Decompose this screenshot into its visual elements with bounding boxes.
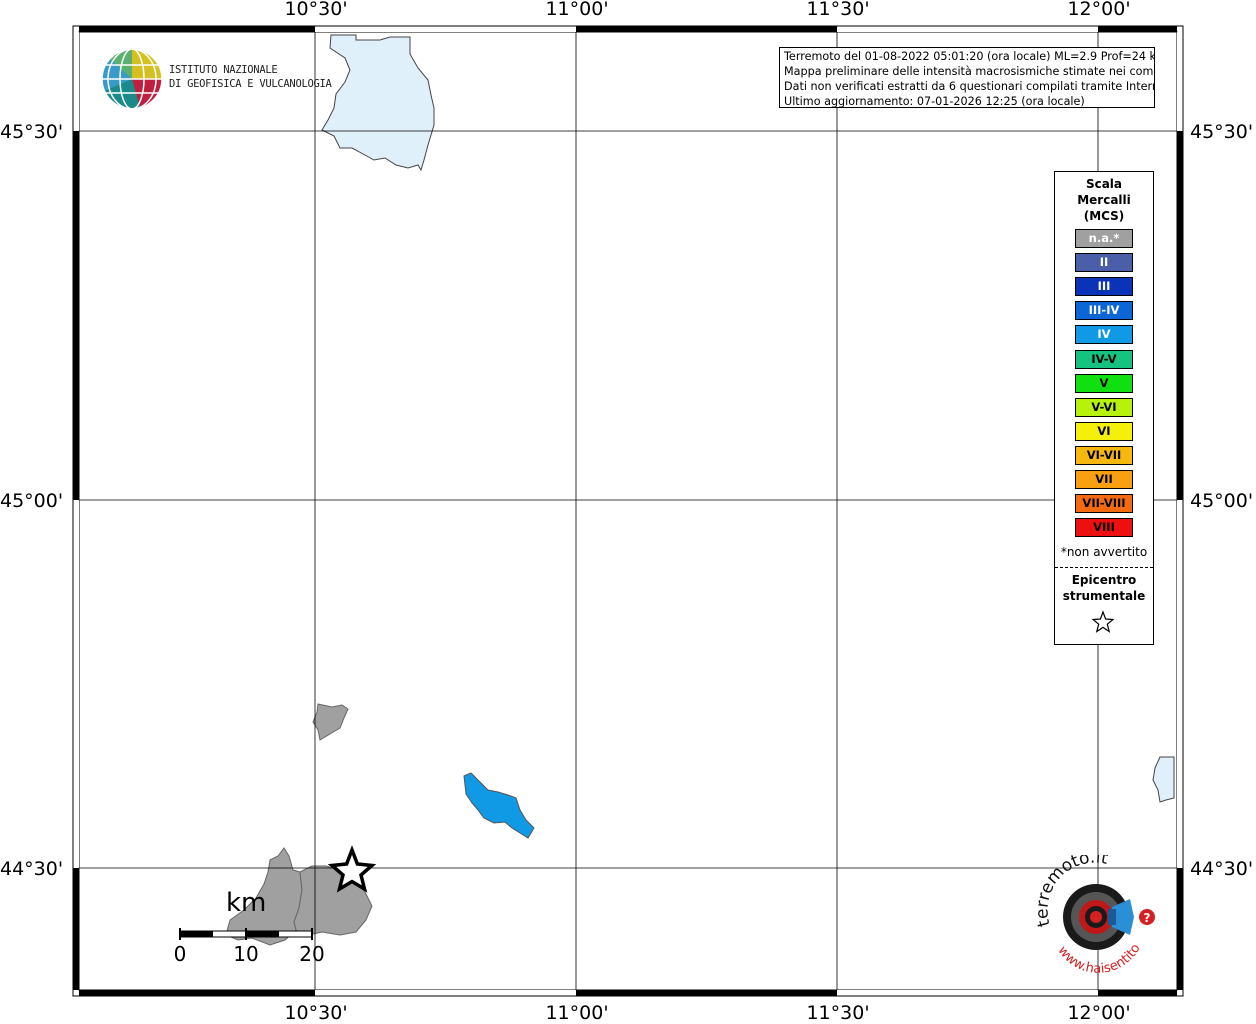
info-line-4: Ultimo aggiornamento: 07-01-2026 12:25 (… [784,95,1085,108]
lat-label-left-2: 45°00' [0,490,64,512]
legend-swatch-vii-viii: VII-VIII [1075,494,1133,514]
legend-swatch-iv-v: IV-V [1075,349,1133,369]
lat-label-right-3: 44°30' [1190,858,1254,880]
lon-label-bottom-2: 11°00' [545,1002,609,1024]
info-line-1: Terremoto del 01-08-2022 05:01:20 (ora l… [784,50,1155,63]
scale-tick-20: 20 [299,942,325,966]
scale-unit: km [226,888,267,918]
legend-swatch-v: V [1075,373,1133,393]
lat-label-left-1: 45°30' [0,121,64,143]
lat-label-left-3: 44°30' [0,858,64,880]
lon-label-bottom-1: 10°30' [284,1002,348,1024]
scale-tick-0: 0 [173,942,187,966]
municipality-north-gray[interactable] [312,703,349,741]
legend-swatch-viii: VIII [1075,518,1133,538]
legend-star-icon [1091,610,1115,633]
hsv-badge: ? [1144,911,1151,925]
legend-swatch-vii: VII [1075,470,1133,489]
lon-label-top-4: 12°00' [1067,0,1131,20]
lon-label-bottom-4: 12°00' [1067,1002,1131,1024]
legend-title: Scala Mercalli (MCS) [1055,176,1153,224]
haisentito-logo-icon[interactable]: ? terremoto.it www.haisentito [1030,855,1165,975]
ingv-logo-text: ISTITUTO NAZIONALE DI GEOFISICA E VULCAN… [169,63,332,91]
scale-tick-10: 10 [233,942,259,966]
legend-swatch-ii: II [1075,253,1133,273]
legend-epicenter-line-1: Epicentro [1071,573,1137,587]
lake-water [321,34,435,172]
legend-swatch-iii-iv: III-IV [1075,301,1133,321]
lon-label-top-2: 11°00' [545,0,609,20]
sea-water [1152,756,1175,803]
legend-swatch-vi: VI [1075,421,1133,441]
legend-separator [1055,567,1153,568]
legend-swatch-v-vi: V-VI [1075,397,1133,417]
legend-title-line-1: Scala [1085,177,1123,191]
legend-title-line-2: Mercalli [1077,193,1131,207]
lon-label-bottom-3: 11°30' [806,1002,870,1024]
info-line-3: Dati non verificati estratti da 6 questi… [784,80,1155,93]
event-info-box: Terremoto del 01-08-2022 05:01:20 (ora l… [779,47,1155,108]
lat-label-right-2: 45°00' [1190,490,1254,512]
lon-label-top-1: 10°30' [284,0,348,20]
legend-note: *non avvertito [1060,545,1148,559]
ingv-globe-icon [101,48,163,110]
lat-label-right-1: 45°30' [1190,121,1254,143]
legend-title-line-3: (MCS) [1083,209,1125,223]
info-line-2: Mappa preliminare delle intensità macros… [784,65,1155,78]
legend-swatch-n-a: n.a.* [1075,229,1133,248]
graticule [79,31,1177,992]
legend-swatch-vi-vii: VI-VII [1075,445,1133,465]
legend-swatch-iii: III [1075,277,1133,297]
mcs-legend: Scala Mercalli (MCS) n.a.* II III III-IV IV I… [1054,171,1154,645]
municipality-east-blue[interactable] [463,772,535,839]
legend-epicenter-line-2: strumentale [1062,589,1146,603]
legend-swatch-iv: IV [1075,325,1133,345]
lon-label-top-3: 11°30' [806,0,870,20]
legend-epicenter-label: Epicentro strumentale [1055,572,1153,604]
logo-line-2: DI GEOFISICA E VULCANOLOGIA [169,78,332,90]
map-frame [72,25,1184,997]
logo-line-1: ISTITUTO NAZIONALE [169,64,278,76]
